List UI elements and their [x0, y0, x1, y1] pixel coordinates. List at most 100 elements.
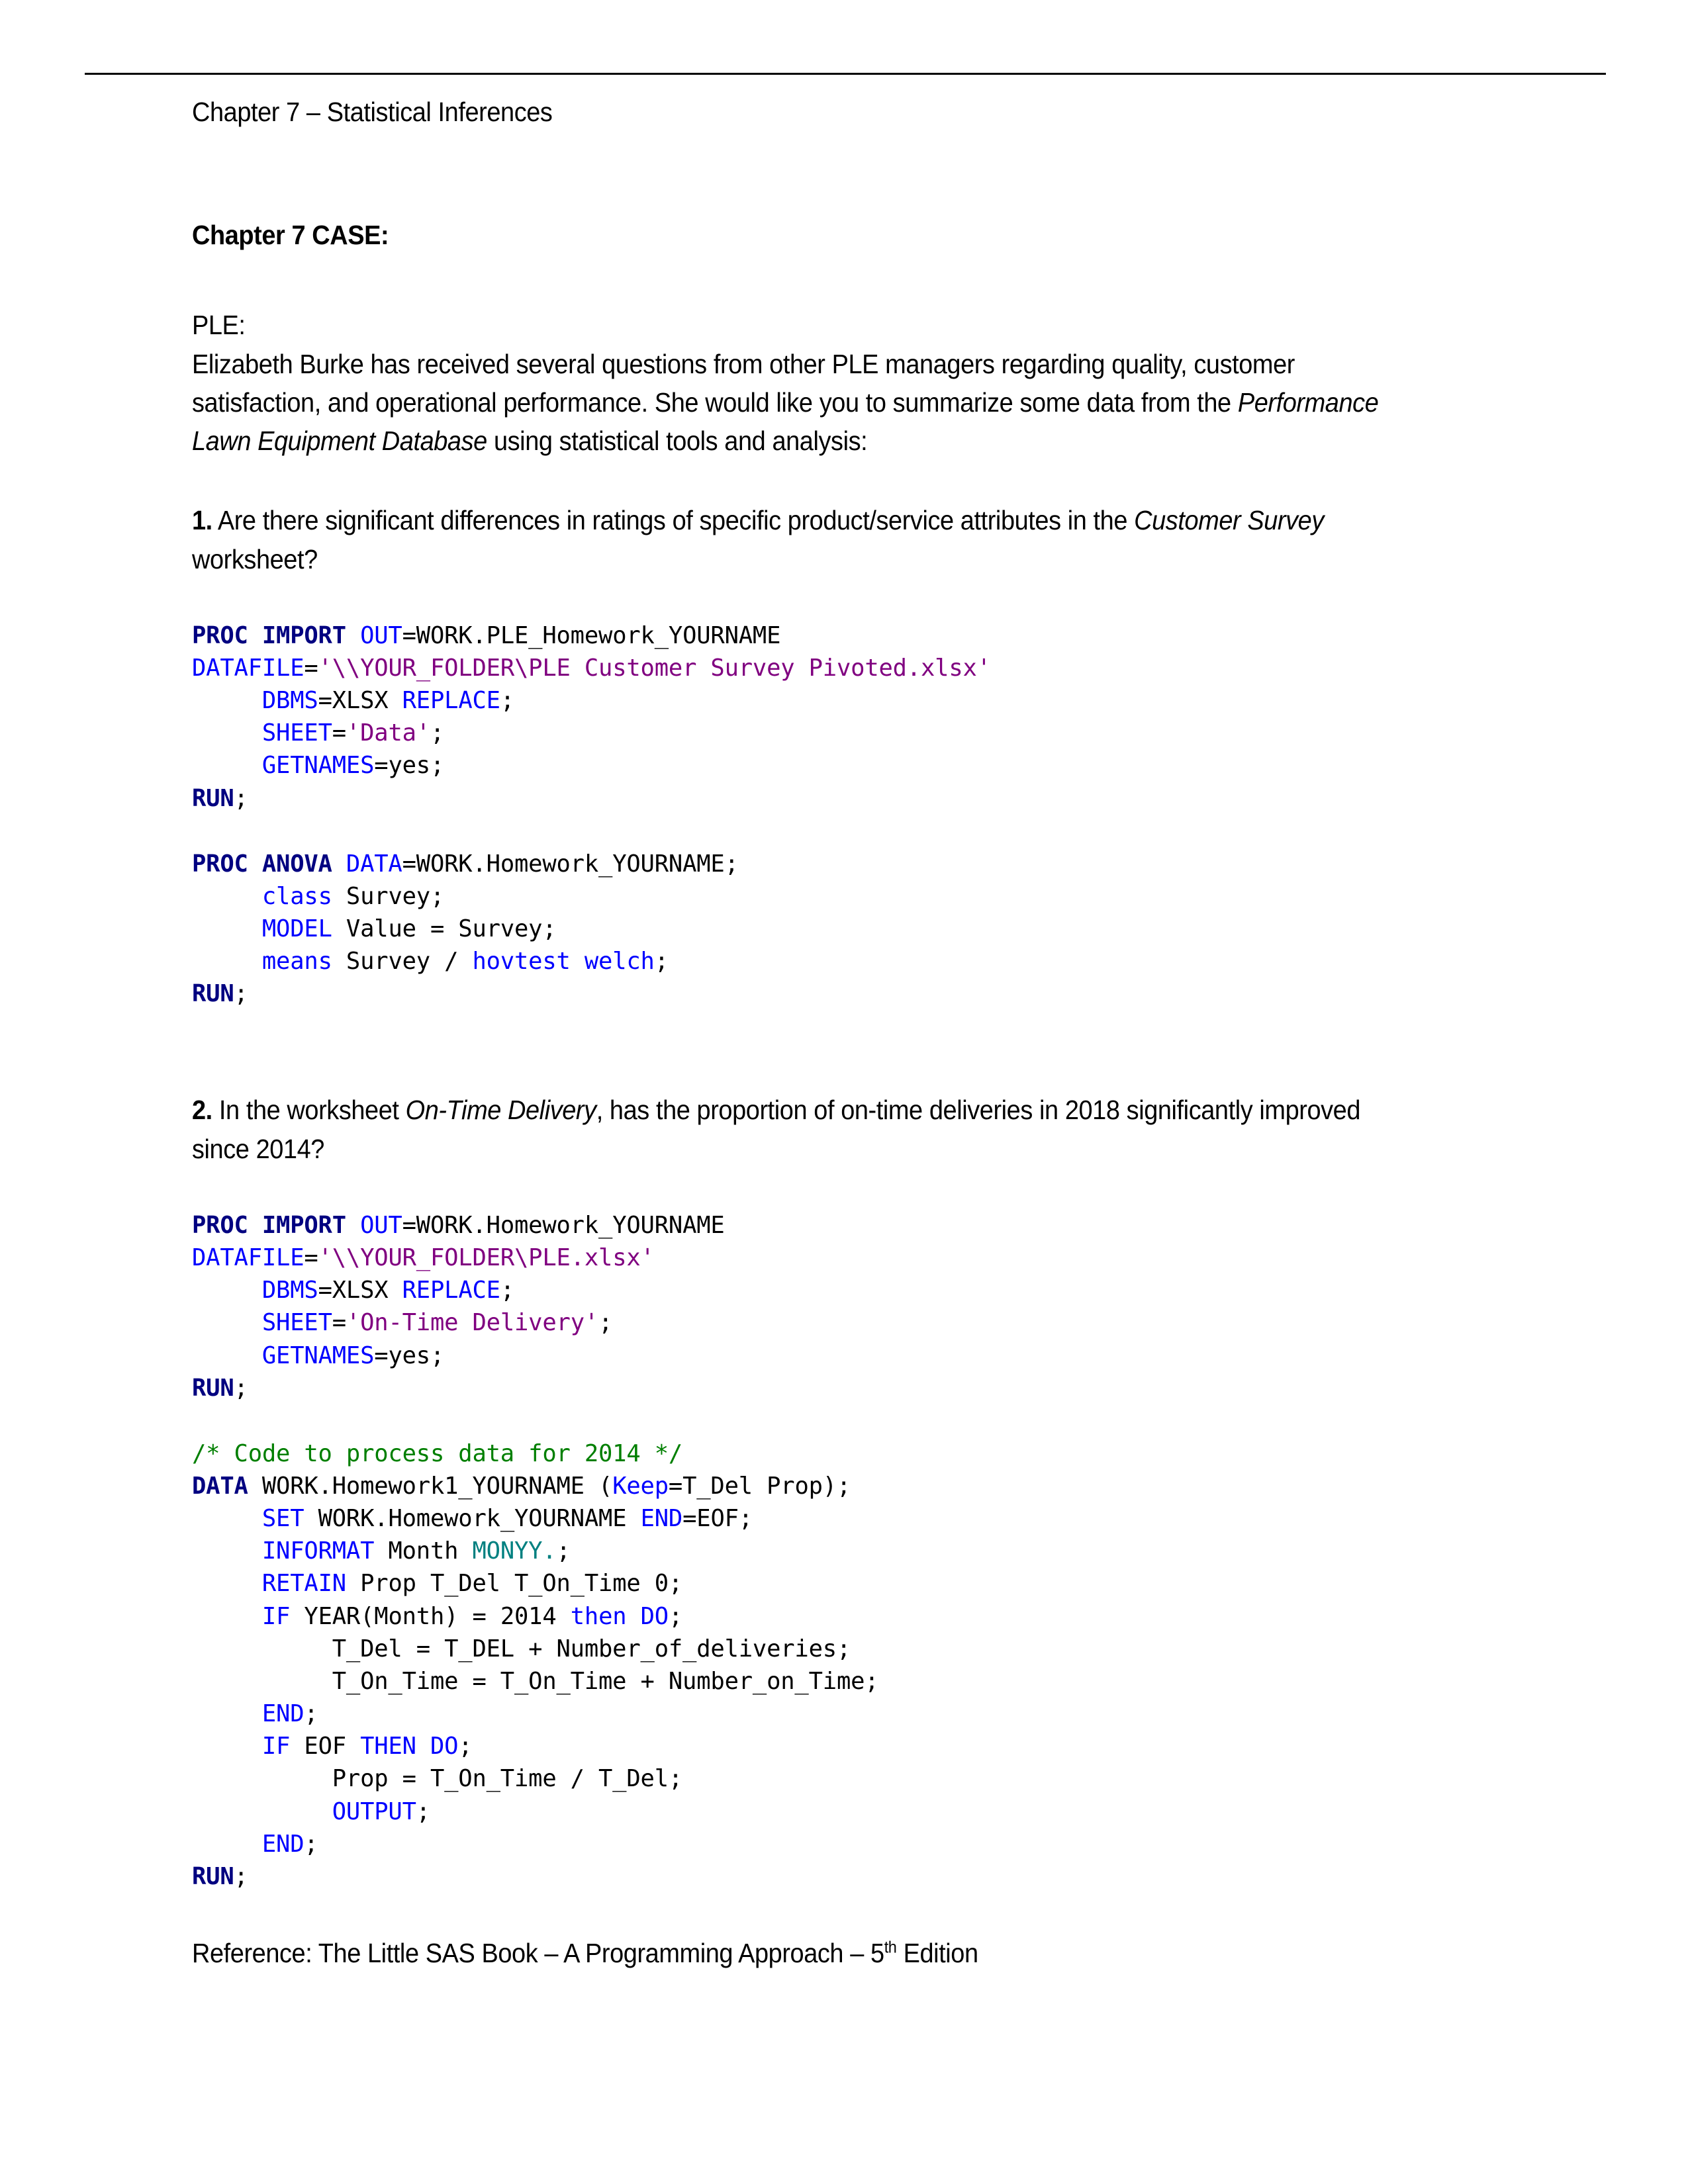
question-1-number: 1.	[192, 505, 212, 536]
code-token-plain: ;	[234, 980, 248, 1008]
code-token-plain: ;	[500, 1277, 515, 1304]
code-token-kw: OUT	[360, 621, 402, 649]
code-token-plain: ;	[668, 1602, 683, 1630]
code-token-str: 'On-Time Delivery'	[346, 1309, 599, 1337]
reference-text-after: Edition	[896, 1938, 978, 1969]
question-1-italic: Customer Survey	[1134, 505, 1324, 536]
document-page: Chapter 7 – Statistical Inferences Chapt…	[0, 0, 1688, 2184]
running-header: Chapter 7 – Statistical Inferences	[192, 97, 553, 127]
code-token-plain: =EOF;	[682, 1505, 753, 1533]
code-token-fmt: MONYY.	[472, 1537, 557, 1565]
code-token-proc: PROC ANOVA	[192, 850, 346, 878]
code-token-plain: =XLSX	[318, 687, 402, 715]
code-token-plain: =WORK.Homework_YOURNAME	[402, 1211, 725, 1239]
code-block-data-step-2014: /* Code to process data for 2014 */ DATA…	[192, 1437, 1423, 1893]
code-line: RUN;	[192, 1863, 248, 1890]
code-block-proc-import-on-time-delivery: PROC IMPORT OUT=WORK.Homework_YOURNAME D…	[192, 1209, 1423, 1404]
code-token-plain: ;	[234, 1374, 248, 1402]
header-divider	[85, 73, 1606, 75]
page-content: Chapter 7 – Statistical Inferences Chapt…	[192, 93, 1423, 1972]
code-token-kw: END	[261, 1830, 305, 1858]
page-title: Chapter 7 CASE:	[192, 220, 389, 251]
intro-text-before: Elizabeth Burke has received several que…	[192, 348, 1295, 418]
code-token-plain: ;	[556, 1537, 571, 1565]
intro-text-after: using statistical tools and analysis:	[487, 426, 868, 457]
code-token-plain: EOF	[290, 1733, 361, 1760]
code-line: T_On_Time = T_On_Time + Number_on_Time;	[192, 1668, 879, 1695]
reference-ordinal-superscript: th	[884, 1938, 897, 1957]
code-token-plain: ;	[668, 1570, 683, 1598]
code-token-kw: MODEL	[261, 915, 332, 942]
code-token-num: 2014	[500, 1602, 557, 1630]
code-token-proc: DATA	[192, 1473, 248, 1500]
question-2: 2. In the worksheet On-Time Delivery, ha…	[192, 1091, 1423, 1167]
code-line: IF EOF THEN DO;	[192, 1733, 473, 1760]
code-line: END;	[192, 1831, 318, 1858]
code-token-kw: SET	[261, 1505, 305, 1533]
code-token-plain: Month	[374, 1537, 473, 1565]
code-token-proc: PROC IMPORT	[192, 621, 361, 649]
code-line: DBMS=XLSX REPLACE;	[192, 1277, 514, 1304]
code-token-plain: =yes;	[374, 752, 445, 780]
code-token-plain: ;	[304, 1700, 318, 1728]
code-token-plain: ;	[654, 948, 669, 976]
code-line: DBMS=XLSX REPLACE;	[192, 687, 514, 714]
code-token-str: '\\YOUR_FOLDER\PLE Customer Survey Pivot…	[318, 654, 991, 682]
code-token-plain: =WORK.PLE_Homework_YOURNAME	[402, 621, 781, 649]
code-token-kw: then DO	[570, 1602, 669, 1630]
code-line: PROC IMPORT OUT=WORK.Homework_YOURNAME	[192, 1212, 725, 1239]
code-token-kw: DATA	[346, 850, 402, 878]
code-token-plain: ;	[234, 1862, 248, 1890]
code-token-kw: DATAFILE	[192, 1244, 305, 1272]
code-token-plain: T_Del = T_DEL + Number_of_deliveries;	[192, 1635, 851, 1662]
code-line: OUTPUT;	[192, 1798, 430, 1825]
code-token-kw: DATAFILE	[192, 654, 305, 682]
code-token-proc: RUN	[192, 980, 234, 1008]
question-1: 1. Are there significant differences in …	[192, 501, 1423, 578]
code-line: /* Code to process data for 2014 */	[192, 1440, 682, 1467]
code-token-kw: SHEET	[261, 1309, 332, 1337]
question-1-text-after: worksheet?	[192, 543, 318, 574]
code-line: END;	[192, 1700, 318, 1727]
code-line: GETNAMES=yes;	[192, 752, 444, 779]
code-line: IF YEAR(Month) = 2014 then DO;	[192, 1603, 682, 1630]
code-line: SHEET='Data';	[192, 719, 444, 747]
code-token-kw: OUT	[360, 1211, 402, 1239]
code-token-plain: =yes;	[374, 1342, 445, 1369]
code-token-kw: END	[640, 1505, 683, 1533]
code-line: RUN;	[192, 980, 248, 1007]
code-token-kw: GETNAMES	[261, 752, 375, 780]
code-token-kw: RETAIN	[261, 1570, 346, 1598]
code-token-proc: RUN	[192, 784, 234, 812]
code-block-proc-anova: PROC ANOVA DATA=WORK.Homework_YOURNAME; …	[192, 848, 1423, 1011]
code-token-kw: IF	[261, 1733, 291, 1760]
code-token-plain: ;	[458, 1733, 473, 1760]
code-token-plain: ;	[416, 1797, 430, 1825]
code-line: DATAFILE='\\YOUR_FOLDER\PLE Customer Sur…	[192, 655, 991, 682]
code-block-proc-import-customer-survey: PROC IMPORT OUT=WORK.PLE_Homework_YOURNA…	[192, 619, 1423, 815]
code-token-plain: ;	[500, 687, 515, 715]
code-token-kw: REPLACE	[402, 687, 500, 715]
code-token-plain: Survey;	[332, 882, 445, 910]
code-line: DATA WORK.Homework1_YOURNAME (Keep=T_Del…	[192, 1473, 851, 1500]
code-token-plain: Survey /	[332, 948, 473, 976]
reference-text-before: Reference: The Little SAS Book – A Progr…	[192, 1938, 884, 1969]
code-token-kw: DBMS	[261, 1277, 318, 1304]
code-token-plain: =	[304, 1244, 318, 1272]
code-token-plain: ;	[304, 1830, 318, 1858]
code-token-plain: ;	[598, 1309, 613, 1337]
code-line: means Survey / hovtest welch;	[192, 948, 669, 975]
code-token-plain: =	[332, 719, 346, 747]
code-token-plain: ;	[430, 719, 445, 747]
